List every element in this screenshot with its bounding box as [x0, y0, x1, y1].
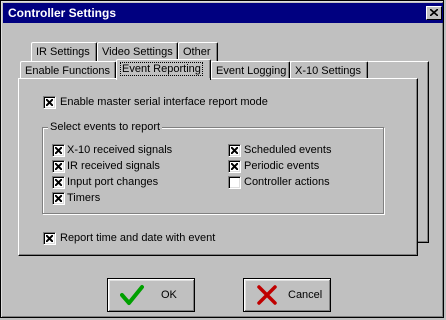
x10-received-checkbox[interactable] — [52, 144, 65, 157]
x-mark-icon — [257, 285, 277, 305]
check-x-icon — [55, 147, 62, 154]
tab-event-reporting[interactable]: Event Reporting — [116, 59, 211, 80]
controller-actions-checkbox[interactable] — [228, 176, 241, 189]
cancel-label: Cancel — [288, 289, 323, 301]
tab-label: Enable Functions — [25, 65, 110, 77]
tab-label: IR Settings — [36, 46, 90, 58]
controller-actions-label: Controller actions — [244, 176, 330, 188]
tab-ir-settings[interactable]: IR Settings — [31, 42, 97, 61]
input-port-changes-checkbox[interactable] — [52, 176, 65, 189]
timers-checkbox[interactable] — [52, 192, 65, 205]
select-events-legend: Select events to report — [48, 121, 163, 133]
check-x-icon — [55, 179, 62, 186]
close-icon — [430, 9, 438, 16]
ok-label: OK — [161, 289, 177, 301]
check-x-icon — [46, 99, 53, 106]
tab-label: Other — [183, 46, 211, 58]
ir-received-label: IR received signals — [67, 160, 160, 172]
check-x-icon — [231, 147, 238, 154]
timers-label: Timers — [67, 192, 101, 204]
window-title: Controller Settings — [8, 6, 117, 20]
active-tab-joiner — [117, 78, 210, 80]
tab-label: Video Settings — [102, 46, 173, 58]
scheduled-events-label: Scheduled events — [244, 144, 332, 156]
check-x-icon — [231, 163, 238, 170]
input-port-changes-label: Input port changes — [67, 176, 159, 188]
close-button[interactable] — [426, 6, 442, 20]
cancel-button[interactable]: Cancel — [243, 278, 331, 312]
check-x-icon — [46, 235, 53, 242]
enable-master-checkbox[interactable] — [43, 96, 56, 109]
checkmark-icon — [120, 285, 144, 305]
x10-received-label: X-10 received signals — [67, 144, 173, 156]
periodic-events-checkbox[interactable] — [228, 160, 241, 173]
title-bar[interactable]: Controller Settings — [3, 3, 443, 23]
report-time-label: Report time and date with event — [60, 232, 216, 244]
tab-label: X-10 Settings — [295, 65, 362, 77]
check-x-icon — [55, 163, 62, 170]
periodic-events-label: Periodic events — [244, 160, 320, 172]
tab-label: Event Reporting — [120, 62, 203, 76]
ok-button[interactable]: OK — [107, 278, 195, 312]
enable-master-label: Enable master serial interface report mo… — [60, 96, 268, 108]
report-time-checkbox[interactable] — [43, 232, 56, 245]
tab-label: Event Logging — [216, 65, 287, 77]
scheduled-events-checkbox[interactable] — [228, 144, 241, 157]
check-x-icon — [55, 195, 62, 202]
ir-received-checkbox[interactable] — [52, 160, 65, 173]
